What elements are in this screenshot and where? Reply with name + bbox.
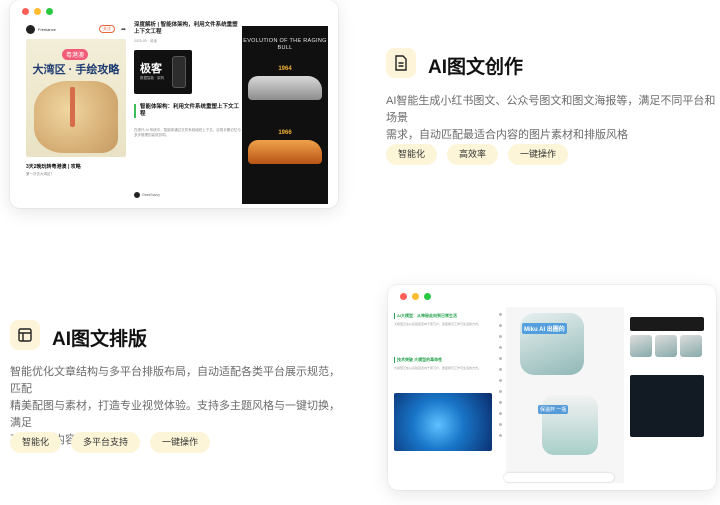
code-block — [630, 375, 704, 437]
article-highlight: 智能体架构：利用文件系统重塑上下文工程 — [134, 104, 242, 118]
xiaohongshu-post: Freelance 关注 ➦ 粤港澳 大湾区 · 手绘攻略 3天2晚玩转粤港澳 … — [26, 22, 126, 202]
cup-image: Miku AI 出圈的 — [520, 313, 584, 375]
feature-layout-title: AI图文排版 — [52, 329, 148, 350]
editor-paragraph: 大模型正在从实验室走向千家万户，改变我们工作与生活的方式。 — [394, 365, 482, 370]
ai-chip-image — [394, 393, 492, 451]
tag-pill: 多平台支持 — [71, 432, 141, 453]
post-username: Freelance — [38, 26, 56, 32]
feature-layout-tags: 智能化 多平台支持 一键操作 — [10, 432, 211, 453]
editor-paragraph: 大模型正在从实验室走向千家万户，改变我们工作与生活的方式。 — [394, 322, 482, 326]
feature-create-tags: 智能化 高效率 一键操作 — [386, 144, 569, 165]
year-label: 1966 — [278, 130, 292, 136]
tag-pill: 一键操作 — [508, 144, 569, 165]
window-controls — [400, 293, 431, 300]
cup-image: 保温杯 一瓶 — [538, 395, 598, 455]
bottom-toolbar — [504, 473, 614, 482]
thumbnail — [630, 335, 652, 357]
window-controls — [22, 8, 53, 15]
article-author: GeekSavvy — [134, 192, 160, 198]
post-title: 3天2晚玩转粤港澳 | 攻略 — [26, 164, 81, 170]
poster-tag: 粤港澳 — [62, 49, 89, 60]
author-avatar — [134, 192, 140, 198]
description-line: 精美配图与素材，打造专业视觉体验。支持多主题风格与一键切换，满足 — [10, 400, 340, 429]
share-icon: ➦ — [120, 26, 126, 33]
brand-text: 极客 — [140, 63, 162, 75]
article-body: 在现代 AI 系统中，智能体通过文件系统组织上下文，实现长期记忆与多步推理的高效… — [134, 128, 241, 137]
wechat-article: 深度解析 | 智能体架构，利用文件系统重塑上下文工程 2025-05 · 阅读 … — [134, 22, 242, 202]
car-poster: EVOLUTION OF THE RAGING BULL 1964 1966 — [242, 26, 328, 204]
image-preview-panel: Miku AI 出圈的 保温杯 一瓶 — [506, 307, 624, 483]
minimize-dot — [412, 293, 419, 300]
feature-create-description: AI智能生成小红书图文、公众号图文和图文海报等，满足不同平台和场景 需求，自动匹… — [386, 93, 716, 144]
document-icon — [386, 48, 416, 78]
thumbnail — [680, 335, 702, 357]
cup-label: Miku AI 出圈的 — [522, 323, 567, 334]
silver-car-image — [248, 76, 322, 100]
image-thumbnails — [630, 335, 704, 357]
chat-message — [630, 317, 704, 331]
feature-create-title: AI图文创作 — [428, 57, 524, 78]
article-title: 深度解析 | 智能体架构，利用文件系统重塑上下文工程 — [134, 22, 238, 35]
poster-title: 大湾区 · 手绘攻略 — [32, 64, 120, 76]
tower-illustration — [70, 87, 75, 127]
description-line: 智能优化文章结构与多平台排版布局，自动适配各类平台展示规范，匹配 — [10, 366, 340, 395]
follow-button: 关注 — [98, 25, 115, 33]
layout-preview-window: AI大模型：从神秘走向到日常生活 大模型正在从实验室走向千家万户，改变我们工作与… — [388, 285, 716, 490]
tag-pill: 智能化 — [386, 144, 438, 165]
tag-pill: 高效率 — [447, 144, 499, 165]
travel-poster: 粤港澳 大湾区 · 手绘攻略 — [26, 39, 126, 157]
description-line: 需求，自动匹配最适合内容的图片素材和排版风格 — [386, 129, 628, 141]
editor-heading: 技术突破 大模型的革命性 — [394, 356, 498, 363]
create-preview-window: Freelance 关注 ➦ 粤港澳 大湾区 · 手绘攻略 3天2晚玩转粤港澳 … — [10, 0, 338, 208]
layout-icon — [10, 320, 40, 350]
editor-toolbar — [498, 313, 504, 483]
maximize-dot — [424, 293, 431, 300]
tag-pill: 智能化 — [10, 432, 62, 453]
brand-card: 极客 数据智能 · 架构 — [134, 50, 192, 94]
cup-label: 保温杯 一瓶 — [538, 405, 569, 414]
phone-image — [172, 56, 186, 88]
author-name: GeekSavvy — [142, 193, 160, 197]
close-dot — [400, 293, 407, 300]
description-line: AI智能生成小红书图文、公众号图文和图文海报等，满足不同平台和场景 — [386, 95, 716, 124]
avatar — [26, 24, 35, 34]
car-poster-title: EVOLUTION OF THE RAGING BULL — [243, 38, 327, 51]
editor-heading: AI大模型：从神秘走向到日常生活 — [394, 313, 498, 319]
brand-subtext: 数据智能 · 架构 — [140, 76, 165, 80]
map-illustration — [34, 81, 118, 153]
post-subtitle: 第一次去大湾区？ — [26, 172, 54, 176]
close-dot — [22, 8, 29, 15]
year-label: 1964 — [278, 66, 292, 72]
article-meta: 2025-05 · 阅读 — [134, 39, 157, 43]
thumbnail — [655, 335, 677, 357]
orange-car-image — [248, 140, 322, 164]
maximize-dot — [46, 8, 53, 15]
tag-pill: 一键操作 — [150, 432, 211, 453]
chat-panel — [630, 317, 704, 481]
minimize-dot — [34, 8, 41, 15]
